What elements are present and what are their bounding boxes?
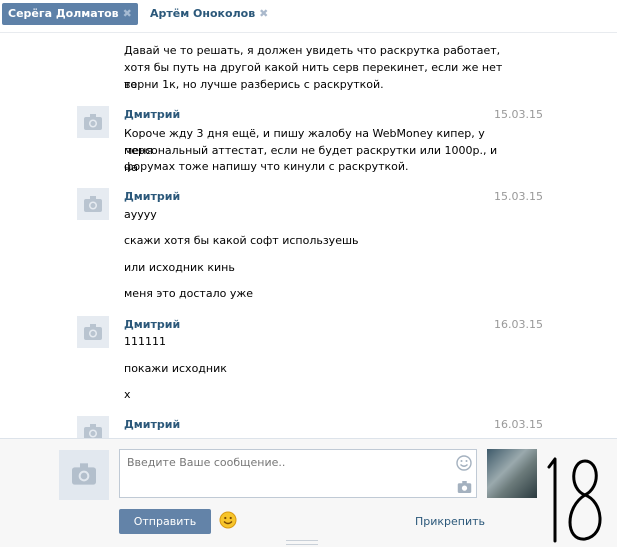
message-date: 16.03.15: [494, 318, 543, 331]
handwritten-annotation: [547, 457, 602, 543]
my-avatar[interactable]: [59, 450, 109, 500]
message-placeholder: Введите Ваше сообщение..: [127, 456, 286, 469]
close-tab-icon[interactable]: ✖: [259, 3, 268, 25]
attach-link[interactable]: Прикрепить: [415, 515, 485, 528]
avatar[interactable]: [77, 316, 109, 348]
message-text: 111111: [124, 335, 166, 348]
camera-icon: [84, 196, 102, 212]
attach-photo-icon[interactable]: [457, 481, 472, 493]
avatar[interactable]: [77, 416, 109, 438]
tab-active-dialog[interactable]: Серёга Долматов ✖: [2, 3, 138, 25]
message-text: покажи исходник: [124, 362, 227, 375]
message-author[interactable]: Дмитрий: [124, 318, 180, 331]
avatar[interactable]: [77, 106, 109, 138]
message-date: 16.03.15: [494, 418, 543, 431]
tab-label: Серёга Долматов: [8, 7, 119, 20]
message-input[interactable]: Введите Ваше сообщение..: [119, 449, 477, 498]
resize-handle[interactable]: [286, 540, 318, 545]
message-date: 15.03.15: [494, 190, 543, 203]
close-tab-icon[interactable]: ✖: [123, 3, 132, 25]
message-composer: Введите Ваше сообщение.. Отправить Прикр…: [0, 438, 617, 547]
message-text: х: [124, 388, 131, 401]
message-text: скажи хотя бы какой софт используешь: [124, 234, 359, 247]
camera-icon: [84, 114, 102, 130]
message-text: форумах тоже напишу что кинули с раскрут…: [124, 160, 409, 173]
message-author[interactable]: Дмитрий: [124, 418, 180, 431]
message-text: или исходник кинь: [124, 261, 235, 274]
smile-emoji-icon[interactable]: [219, 511, 237, 529]
message-text: ауууу: [124, 208, 157, 221]
tab-label: Артём Оноколов: [150, 7, 256, 20]
camera-icon: [84, 324, 102, 340]
avatar[interactable]: [77, 188, 109, 220]
recipient-avatar[interactable]: [487, 449, 537, 498]
message-author[interactable]: Дмитрий: [124, 108, 180, 121]
camera-icon: [72, 463, 96, 485]
message-history[interactable]: Давай че то решать, я должен увидеть что…: [0, 33, 617, 438]
tab-inactive-dialog[interactable]: Артём Оноколов ✖: [144, 3, 274, 25]
emoji-icon[interactable]: [456, 455, 472, 471]
dialog-tabs: Серёга Долматов ✖ Артём Оноколов ✖: [0, 0, 617, 32]
message-text: верни 1к, но лучше разберись с раскрутко…: [124, 78, 384, 91]
message-author[interactable]: Дмитрий: [124, 190, 180, 203]
message-date: 15.03.15: [494, 108, 543, 121]
send-button[interactable]: Отправить: [119, 509, 211, 534]
message-text: меня это достало уже: [124, 287, 254, 300]
message-text: Давай че то решать, я должен увидеть что…: [124, 44, 501, 57]
camera-icon: [84, 424, 102, 438]
